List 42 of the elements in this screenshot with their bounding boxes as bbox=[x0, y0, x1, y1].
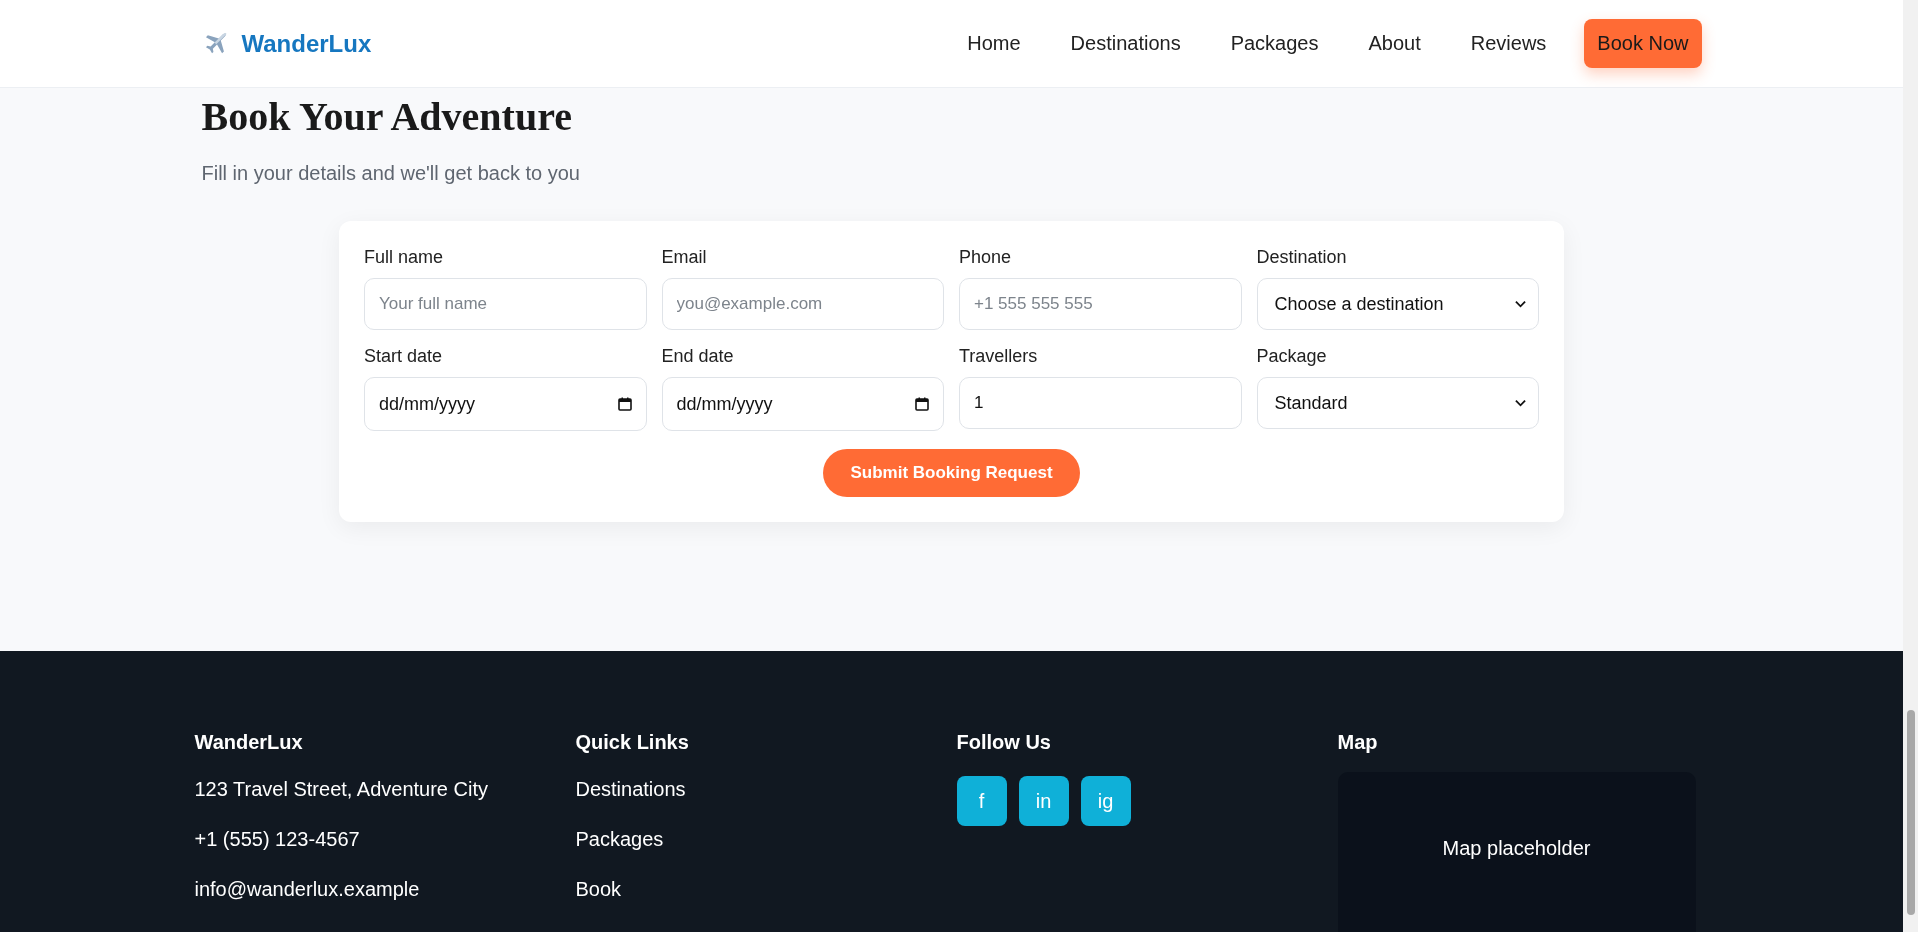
footer-link[interactable]: Book bbox=[575, 876, 957, 902]
footer-heading: Map bbox=[1337, 731, 1379, 754]
field-label: Start date bbox=[364, 346, 444, 367]
footer-heading: Follow Us bbox=[956, 731, 1052, 754]
input-field[interactable]: +1 555 555 555 bbox=[959, 278, 1242, 330]
chevron-down-icon[interactable] bbox=[1515, 399, 1526, 407]
footer-text: info@wanderlux.example bbox=[194, 877, 421, 902]
input-field[interactable]: Your full name bbox=[364, 278, 647, 330]
dropdown[interactable]: Choose a destination bbox=[1256, 278, 1539, 330]
field-label: End date bbox=[661, 346, 735, 367]
date-field[interactable]: dd/mm/yyyy bbox=[364, 377, 647, 431]
footer-heading: WanderLux bbox=[194, 731, 304, 754]
nav-link[interactable]: About bbox=[1368, 32, 1421, 55]
footer-text: +1 (555) 123-4567 bbox=[194, 827, 361, 852]
nav-link[interactable]: Destinations bbox=[1070, 32, 1181, 55]
nav-link[interactable]: Home bbox=[967, 32, 1021, 55]
footer-link[interactable]: Destinations bbox=[575, 776, 957, 802]
section-title: Book Your Adventure bbox=[201, 93, 573, 140]
brand-name[interactable]: WanderLux bbox=[241, 29, 372, 58]
scrollbar[interactable] bbox=[1903, 0, 1918, 932]
field-label: Full name bbox=[364, 247, 445, 268]
section-subtitle: Fill in your details and we'll get back to you bbox=[201, 162, 581, 185]
input-field[interactable]: 1 bbox=[959, 377, 1242, 429]
field-label: Travellers bbox=[959, 346, 1039, 367]
calendar-icon[interactable] bbox=[915, 397, 929, 411]
field-label: Email bbox=[661, 247, 708, 268]
date-field[interactable]: dd/mm/yyyy bbox=[661, 377, 944, 431]
nav-link[interactable]: Reviews bbox=[1470, 32, 1547, 55]
field-label: Package bbox=[1256, 346, 1328, 367]
field-label: Destination bbox=[1256, 247, 1348, 268]
dropdown[interactable]: Standard bbox=[1256, 377, 1539, 429]
map-label: Map placeholder bbox=[1442, 836, 1591, 860]
nav-link[interactable]: Packages bbox=[1230, 32, 1319, 55]
input-field[interactable]: you@example.com bbox=[661, 278, 944, 330]
scrollbar-thumb[interactable] bbox=[1906, 710, 1915, 915]
footer-heading: Quick Links bbox=[575, 731, 690, 754]
footer-text: 123 Travel Street, Adventure City bbox=[194, 777, 489, 802]
footer-link[interactable]: Packages bbox=[575, 826, 957, 852]
calendar-icon[interactable] bbox=[617, 397, 632, 411]
book-now-button[interactable]: Book Now bbox=[1584, 19, 1702, 68]
field-label: Phone bbox=[959, 247, 1013, 268]
chevron-down-icon[interactable] bbox=[1515, 300, 1526, 308]
